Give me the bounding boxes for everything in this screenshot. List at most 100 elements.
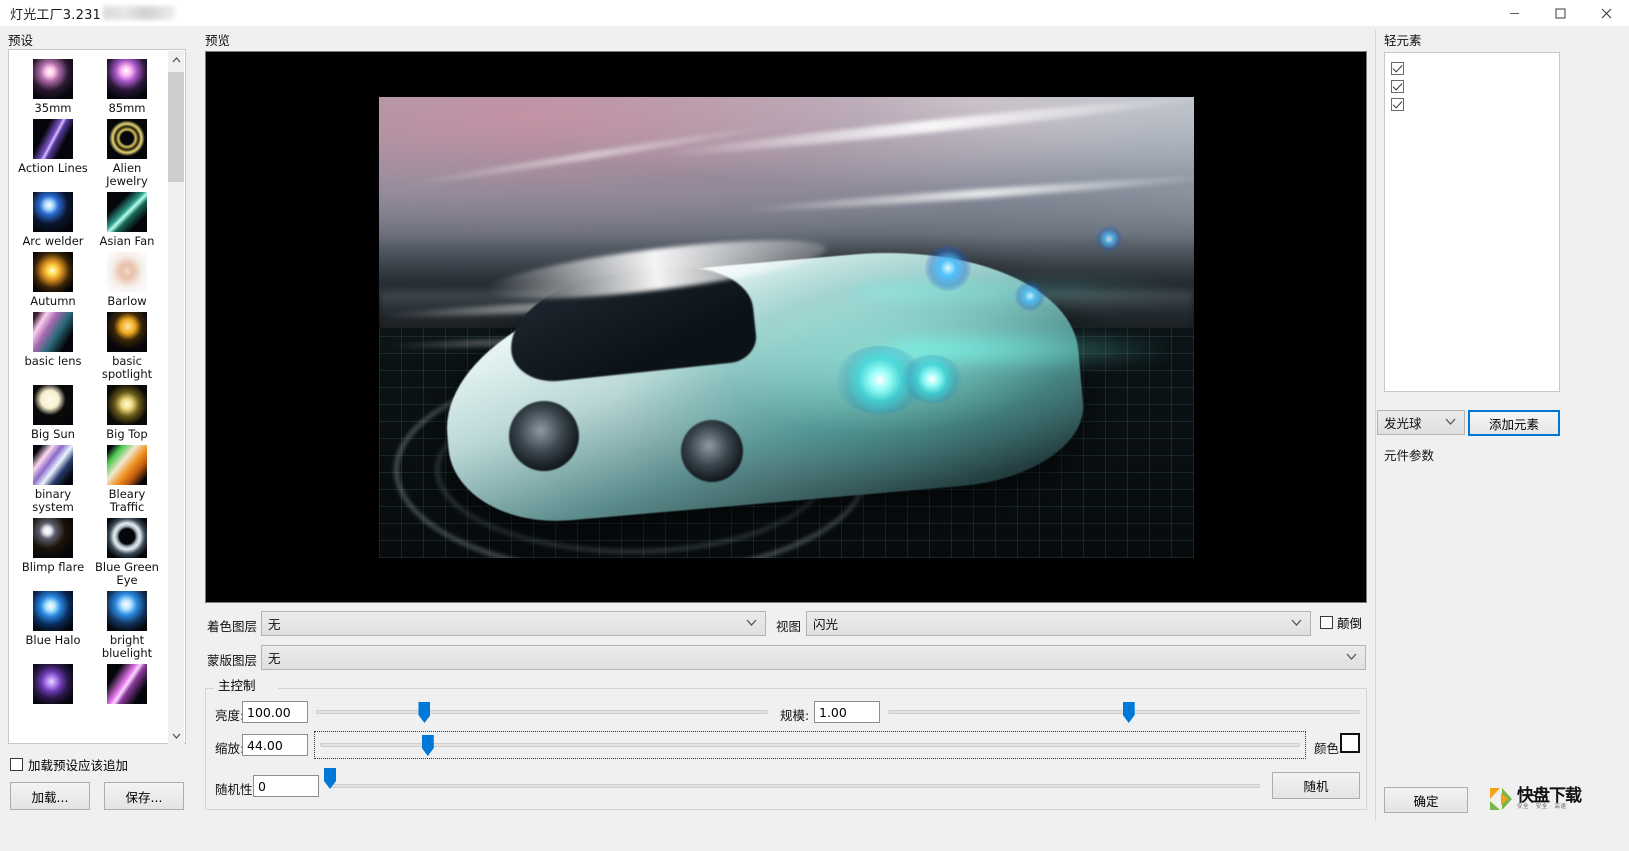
color-swatch-button[interactable] [1340,733,1360,753]
download-site-watermark: 快盘下载 安全 · 安全 · 高速 [1488,782,1616,816]
preset-scroll-area[interactable]: 35mm 85mm Action Lines Alien Jewelry Arc wel… [10,51,170,744]
preset-label: basic lens [24,354,82,368]
preset-scrollbar[interactable] [168,51,184,744]
preset-item[interactable]: Alien Jewelry [90,119,164,188]
preview-panel-caption: 预览 [205,33,231,48]
preview-image[interactable] [379,97,1194,558]
randomize-button[interactable]: 随机 [1272,772,1360,799]
light-elements-list[interactable] [1384,52,1560,392]
light-element-checkbox[interactable] [1391,97,1404,111]
preset-label: Blue Green Eye [95,560,159,587]
window-title: 灯光工厂3.231 [10,7,102,23]
mask-layer-value: 无 [268,651,281,666]
light-element-row[interactable] [1391,95,1559,113]
view-label: 视图 [776,619,802,634]
watermark-tagline: 安全 · 安全 · 高速 [1517,803,1567,810]
preset-item[interactable]: Arc welder [16,192,90,248]
window-controls [1491,0,1629,26]
preset-item[interactable]: Blue Green Eye [90,518,164,587]
preset-item[interactable]: Bleary Traffic [90,445,164,514]
preset-label: basic spotlight [101,354,153,381]
preset-thumbnail [33,445,73,485]
randomness-input[interactable]: 0 [253,775,319,797]
close-button[interactable] [1583,0,1629,26]
preset-item[interactable]: Blue Halo [16,591,90,660]
preset-thumbnail [107,591,147,631]
preset-item[interactable]: bright bluelight [90,591,164,660]
preset-thumbnail [33,59,73,99]
elements-panel-caption: 轻元素 [1384,33,1422,48]
preset-item[interactable] [16,664,90,707]
element-type-value: 发光球 [1384,416,1422,431]
preset-item[interactable]: basic spotlight [90,312,164,381]
brightness-slider-track[interactable] [316,710,768,714]
randomness-slider-track[interactable] [330,784,1260,788]
append-presets-checkbox[interactable] [10,758,23,771]
watermark-brand: 快盘下载 [1517,785,1582,806]
minimize-button[interactable] [1491,0,1537,26]
chevron-down-icon [746,619,757,629]
invert-row[interactable]: 颠倒 [1320,613,1362,632]
preset-thumbnail [107,59,147,99]
mask-layer-combo[interactable]: 无 [261,645,1366,670]
scroll-down-icon[interactable] [168,727,184,744]
save-presets-button[interactable]: 保存... [104,782,184,810]
add-element-button[interactable]: 添加元素 [1468,410,1560,436]
scrollbar-track[interactable] [168,68,184,727]
preset-item[interactable]: Big Top [90,385,164,441]
preset-panel-caption: 预设 [8,33,34,48]
preset-label: Barlow [107,294,147,308]
color-label: 颜色: [1314,741,1344,756]
view-value: 闪光 [813,617,839,632]
preset-thumbnail [33,664,73,704]
append-presets-row[interactable]: 加载预设应该追加 [10,755,128,774]
preset-thumbnail [107,252,147,292]
invert-checkbox[interactable] [1320,616,1333,629]
title-bar: 灯光工厂3.231 [0,0,1629,26]
light-element-checkbox[interactable] [1391,79,1404,93]
scrollbar-thumb[interactable] [168,72,184,182]
preset-label: Big Top [106,427,148,441]
preset-thumbnail [33,591,73,631]
element-type-combo[interactable]: 发光球 [1377,410,1465,435]
tint-layer-combo[interactable]: 无 [261,611,766,636]
scale-input[interactable]: 1.00 [814,701,880,723]
light-element-checkbox[interactable] [1391,61,1404,75]
right-panel-divider [1375,30,1376,820]
preset-label: 35mm [34,101,72,115]
tint-layer-label: 着色图层 [207,619,258,634]
randomness-label: 随机性: [215,782,257,797]
load-presets-button[interactable]: 加载... [10,782,90,810]
maximize-button[interactable] [1537,0,1583,26]
zoom-label: 缩放: [215,741,245,756]
main-control-caption: 主控制 [214,675,260,694]
preset-item[interactable]: Big Sun [16,385,90,441]
preset-item[interactable]: Barlow [90,252,164,308]
preset-item[interactable]: 85mm [90,59,164,115]
mask-layer-label: 蒙版图层 [207,653,258,668]
preset-item[interactable]: Asian Fan [90,192,164,248]
brightness-input[interactable]: 100.00 [242,701,308,723]
zoom-input[interactable]: 44.00 [242,734,308,756]
preset-item[interactable]: basic lens [16,312,90,381]
light-element-row[interactable] [1391,59,1559,77]
preset-list[interactable]: 35mm 85mm Action Lines Alien Jewelry Arc wel… [8,49,186,744]
preset-thumbnail [33,518,73,558]
preview-area[interactable] [205,51,1367,603]
preset-item[interactable] [90,664,164,707]
light-element-row[interactable] [1391,77,1559,95]
preset-item[interactable]: Autumn [16,252,90,308]
preset-label: Bleary Traffic [108,487,146,514]
scroll-up-icon[interactable] [168,51,184,68]
preset-item[interactable]: Action Lines [16,119,90,188]
preset-item[interactable]: binary system [16,445,90,514]
zoom-slider-track[interactable] [320,743,1300,747]
view-combo[interactable]: 闪光 [806,611,1311,636]
preset-item[interactable]: Blimp flare [16,518,90,587]
element-params-caption: 元件参数 [1384,448,1435,463]
preset-thumbnail [33,192,73,232]
preset-item[interactable]: 35mm [16,59,90,115]
ok-button[interactable]: 确定 [1384,787,1468,813]
preset-label: bright bluelight [101,633,153,660]
preset-label: Autumn [30,294,76,308]
